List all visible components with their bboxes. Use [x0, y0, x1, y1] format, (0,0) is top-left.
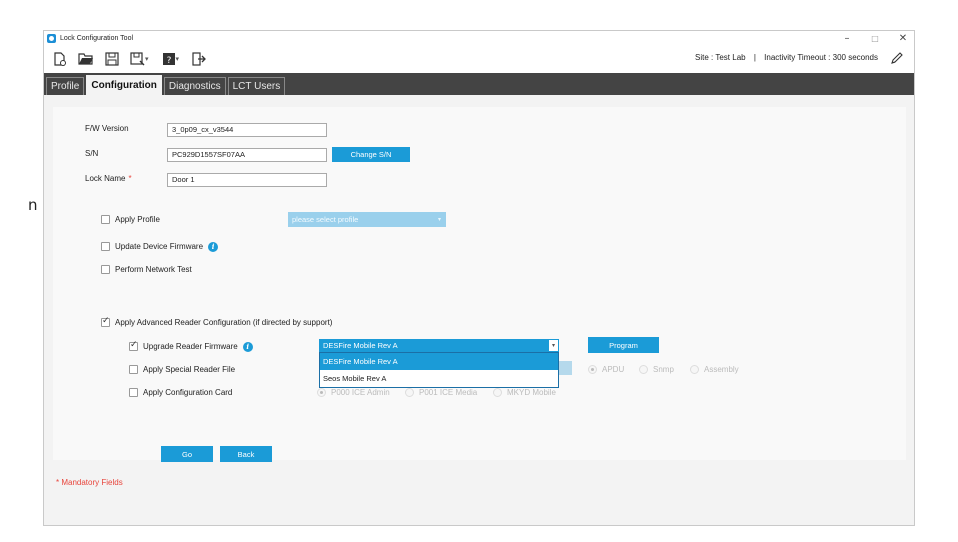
card-p001-radio[interactable]: P001 ICE Media	[405, 388, 477, 397]
info-icon[interactable]: i	[208, 242, 219, 252]
sn-label: S/N	[85, 149, 99, 158]
file-type-apdu-radio[interactable]: APDU	[588, 365, 624, 374]
upgrade-reader-fw-checkbox[interactable]	[129, 340, 138, 351]
lock-name-label: Lock Name *	[85, 174, 132, 183]
radio-dot	[317, 388, 326, 397]
lock-name-label-text: Lock Name	[85, 174, 126, 183]
timeout-value: 300 seconds	[832, 53, 878, 62]
advanced-config-checkbox[interactable]	[101, 316, 110, 327]
card-option-label: P001 ICE Media	[419, 388, 478, 397]
pencil-icon[interactable]	[890, 51, 904, 67]
sn-field: PC929D1557SF07AA	[167, 148, 327, 162]
window-controls: – □ ✕	[842, 31, 908, 45]
radio-dot	[690, 365, 699, 374]
config-card-checkbox[interactable]	[129, 388, 138, 397]
app-window: Lock Configuration Tool – □ ✕ ▾ ? ▾ Site…	[43, 30, 915, 526]
profile-select[interactable]: please select profile ▾	[288, 212, 446, 227]
file-type-snmp-radio[interactable]: Snmp	[639, 365, 674, 374]
configuration-panel: F/W Version 3_0p09_cx_v3544 S/N PC929D15…	[53, 107, 906, 487]
dropdown-option-desfire[interactable]: DESFire Mobile Rev A	[320, 353, 558, 370]
card-option-label: P000 ICE Admin	[331, 388, 390, 397]
update-firmware-label-text: Update Device Firmware	[115, 242, 204, 252]
back-button[interactable]: Back	[220, 446, 272, 462]
tab-diagnostics[interactable]: Diagnostics	[163, 77, 226, 95]
new-file-icon[interactable]	[50, 50, 70, 68]
network-test-label: Perform Network Test	[115, 265, 192, 274]
card-option-label: MKYD Mobile	[507, 388, 556, 397]
exit-icon[interactable]	[189, 50, 209, 68]
file-type-label: Snmp	[653, 365, 674, 374]
upgrade-reader-fw-label-text: Upgrade Reader Firmware	[143, 342, 238, 352]
special-reader-file-checkbox[interactable]	[129, 365, 138, 374]
upgrade-reader-fw-label: Upgrade Reader Firmware i	[143, 342, 253, 352]
close-button[interactable]: ✕	[898, 33, 908, 44]
card-p000-radio[interactable]: P000 ICE Admin	[317, 388, 390, 397]
profile-select-placeholder: please select profile	[292, 215, 359, 224]
dropdown-option-seos[interactable]: Seos Mobile Rev A	[320, 370, 558, 387]
window-title: Lock Configuration Tool	[60, 34, 134, 42]
reader-firmware-select[interactable]: DESFire Mobile Rev A ▾	[319, 339, 559, 352]
mandatory-note: * Mandatory Fields	[56, 478, 123, 487]
reader-firmware-selected: DESFire Mobile Rev A	[323, 341, 398, 350]
tab-lct-users[interactable]: LCT Users	[227, 77, 286, 95]
file-type-assembly-radio[interactable]: Assembly	[690, 365, 739, 374]
update-firmware-checkbox[interactable]	[101, 242, 110, 251]
program-button[interactable]: Program	[588, 337, 659, 353]
advanced-config-label: Apply Advanced Reader Configuration (if …	[115, 318, 333, 327]
site-value: Test Lab	[715, 53, 746, 62]
file-type-label: APDU	[602, 365, 625, 374]
radio-dot	[405, 388, 414, 397]
toolbar: ▾ ? ▾ Site : Test Lab | Inactivity Timeo…	[44, 45, 914, 73]
apply-profile-checkbox[interactable]	[101, 215, 110, 224]
site-info: Site : Test Lab | Inactivity Timeout : 3…	[695, 53, 878, 62]
fw-version-field: 3_0p09_cx_v3544	[167, 123, 327, 137]
title-bar: Lock Configuration Tool – □ ✕	[44, 31, 914, 45]
chevron-down-icon: ▾	[548, 339, 559, 352]
reader-firmware-dropdown: DESFire Mobile Rev A Seos Mobile Rev A	[319, 352, 559, 388]
config-card-label: Apply Configuration Card	[143, 388, 233, 397]
background-window-text: n	[28, 196, 38, 214]
reader-file-input[interactable]	[558, 361, 572, 375]
network-test-checkbox[interactable]	[101, 265, 110, 274]
card-mkyd-radio[interactable]: MKYD Mobile	[493, 388, 556, 397]
file-type-label: Assembly	[704, 365, 739, 374]
fw-version-label: F/W Version	[85, 124, 129, 133]
tab-bar: Profile Configuration Diagnostics LCT Us…	[44, 73, 914, 95]
radio-dot	[493, 388, 502, 397]
svg-text:?: ?	[166, 56, 171, 66]
chevron-down-icon: ▾	[437, 216, 441, 223]
tab-configuration[interactable]: Configuration	[86, 75, 162, 95]
special-reader-file-label: Apply Special Reader File	[143, 365, 236, 374]
apply-profile-label: Apply Profile	[115, 215, 160, 224]
help-dropdown-icon[interactable]: ▾	[176, 55, 180, 63]
update-firmware-label: Update Device Firmware i	[115, 242, 219, 252]
tab-profile[interactable]: Profile	[46, 77, 85, 95]
site-label: Site :	[695, 53, 714, 62]
minimize-button[interactable]: –	[842, 33, 852, 44]
change-sn-button[interactable]: Change S/N	[332, 147, 410, 162]
save-icon[interactable]	[102, 50, 122, 68]
info-separator: |	[753, 53, 756, 62]
maximize-button[interactable]: □	[870, 34, 880, 43]
radio-dot	[588, 365, 597, 374]
radio-dot	[639, 365, 648, 374]
required-marker: *	[128, 174, 132, 183]
go-button[interactable]: Go	[161, 446, 213, 462]
app-icon	[47, 33, 56, 43]
info-icon[interactable]: i	[242, 342, 253, 352]
timeout-label: Inactivity Timeout :	[764, 53, 831, 62]
lock-name-input[interactable]: Door 1	[167, 173, 327, 187]
open-folder-icon[interactable]	[76, 50, 96, 68]
save-as-dropdown-icon[interactable]: ▾	[145, 55, 149, 63]
